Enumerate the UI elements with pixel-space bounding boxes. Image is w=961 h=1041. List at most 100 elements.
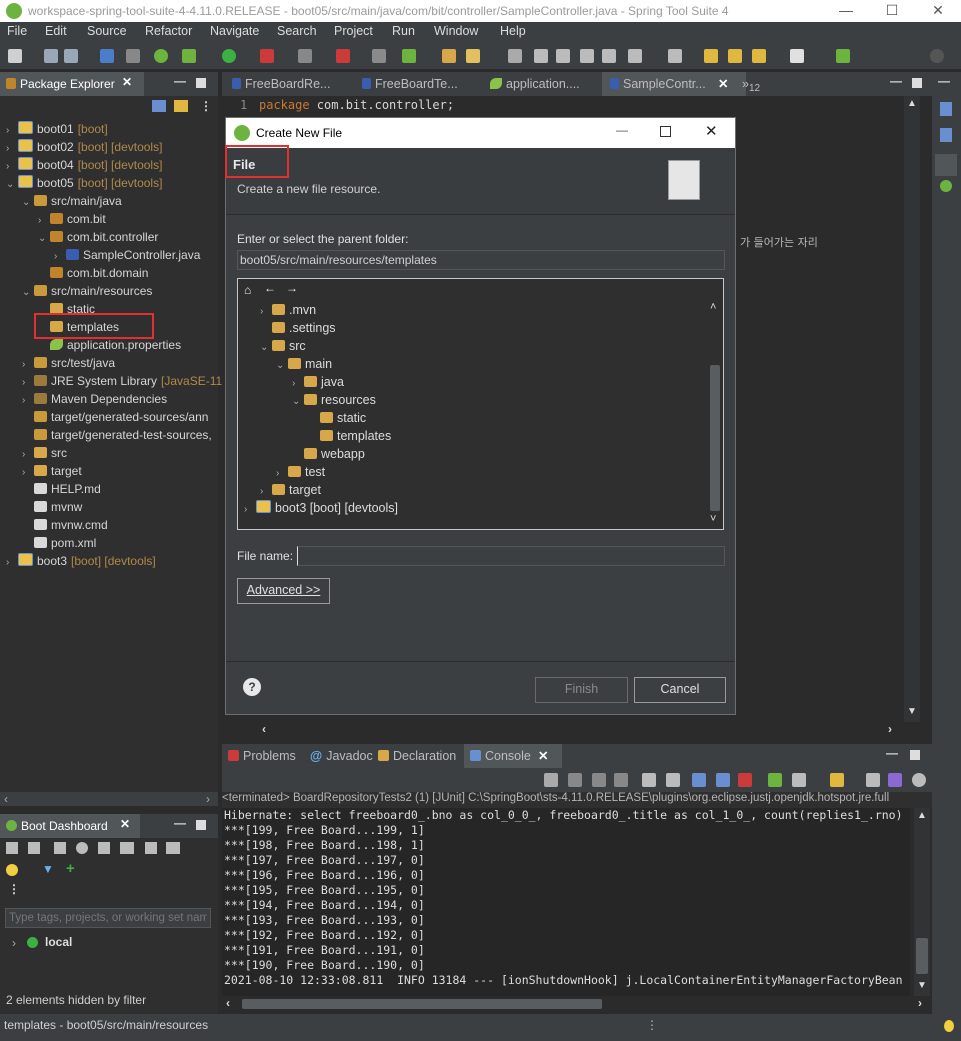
maximize-view-icon[interactable] (910, 750, 920, 760)
help-icon[interactable]: ? (243, 678, 261, 696)
lightbulb-icon[interactable] (944, 1020, 954, 1032)
open-task-icon[interactable] (466, 49, 480, 63)
show-on-output-icon[interactable] (716, 773, 730, 787)
scroll-up-icon[interactable]: ▲ (917, 810, 927, 821)
tree-item[interactable]: › src (22, 444, 71, 462)
console-output[interactable]: Hibernate: select freeboard0_.bno as col… (222, 808, 910, 996)
editor-vscrollbar[interactable]: ▲ ▼ (904, 96, 920, 722)
menu-project[interactable]: Project (334, 24, 373, 38)
parent-folder-input[interactable]: boot05/src/main/resources/templates (237, 250, 725, 270)
package-explorer-hscrollbar[interactable]: ‹ › (0, 792, 218, 806)
dialog-maximize-button[interactable] (660, 126, 671, 137)
view-menu-icon[interactable]: ⋮ (200, 99, 212, 113)
scroll-lock-icon[interactable] (544, 773, 558, 787)
add-icon[interactable]: + (66, 860, 75, 877)
tree-item[interactable]: › JRE System Library [JavaSE-11] (22, 372, 226, 390)
close-tab-icon[interactable]: ✕ (122, 75, 132, 89)
forward-arrow-icon[interactable]: → (286, 281, 298, 295)
tab-boot-dashboard[interactable]: Boot Dashboard ✕ (0, 814, 140, 838)
scroll-right-icon[interactable]: › (888, 722, 892, 736)
remove-launch-icon[interactable] (592, 773, 606, 787)
menu-file[interactable]: File (7, 24, 27, 38)
tree-item[interactable]: ⌄ src/main/java (22, 192, 126, 210)
pin-console-icon[interactable] (666, 773, 680, 787)
folder-tree-item[interactable]: › test (276, 463, 325, 481)
editor-tab-overflow[interactable]: »12 (742, 72, 772, 96)
debug-icon[interactable] (182, 49, 196, 63)
external-tools-icon[interactable] (336, 49, 350, 63)
folder-tree-item[interactable]: ⌄ main (276, 355, 332, 373)
chevron-right-icon[interactable]: › (6, 554, 18, 572)
debug-app-icon[interactable] (28, 842, 40, 854)
boot-dashboard-icon[interactable] (154, 49, 168, 63)
close-tab-icon[interactable]: ✕ (718, 72, 728, 96)
block-select-icon[interactable] (580, 49, 594, 63)
open-browser-icon[interactable] (76, 842, 88, 854)
tree-item[interactable]: target/generated-test-sources, (22, 426, 216, 444)
editor-tab-freeboardtest[interactable]: FreeBoardTe... (356, 72, 488, 96)
menu-edit[interactable]: Edit (45, 24, 67, 38)
console-hscrollbar[interactable]: ‹ › (222, 996, 932, 1012)
tree-item[interactable]: › boot04 [boot] [devtools] (6, 156, 162, 174)
tree-item[interactable]: mvnw (22, 498, 86, 516)
tree-item[interactable]: › SampleController.java (54, 246, 204, 264)
menu-source[interactable]: Source (87, 24, 127, 38)
tree-item[interactable]: ⌄ com.bit.controller (38, 228, 162, 246)
remove-all-launches-icon[interactable] (614, 773, 628, 787)
tree-item[interactable]: › src/test/java (22, 354, 119, 372)
scrollbar-thumb[interactable] (916, 938, 928, 974)
folder-tree-item[interactable]: › java (292, 373, 344, 391)
editor-tab-application-properties[interactable]: application.... (484, 72, 610, 96)
close-tab-icon[interactable]: ✕ (120, 817, 130, 831)
tree-item[interactable]: › boot3 [boot] [devtools] (6, 552, 156, 570)
chevron-down-icon[interactable]: ⌄ (276, 357, 288, 375)
next-edit-icon[interactable] (728, 49, 742, 63)
minimize-view-icon[interactable]: — (174, 74, 186, 88)
minimize-view-icon[interactable]: — (174, 816, 186, 830)
search-icon[interactable] (930, 49, 944, 63)
terminate-icon[interactable] (568, 773, 582, 787)
run-icon[interactable] (222, 49, 236, 63)
scrollbar-thumb[interactable] (242, 999, 602, 1009)
close-button[interactable]: ✕ (915, 0, 961, 22)
start-icon[interactable] (6, 842, 18, 854)
back-arrow-icon[interactable]: ← (264, 281, 276, 295)
chevron-down-icon[interactable]: ⌄ (260, 339, 272, 357)
terminal-icon[interactable] (100, 49, 114, 63)
scroll-right-icon[interactable]: › (206, 792, 210, 806)
scroll-left-icon[interactable]: ‹ (262, 722, 266, 736)
folder-tree-item[interactable]: ⌄ src (260, 337, 306, 355)
scroll-down-icon[interactable]: ˅ (710, 513, 716, 525)
close-tab-icon[interactable]: ✕ (538, 744, 548, 768)
home-icon[interactable]: ⌂ (244, 283, 251, 297)
minimize-view-icon[interactable]: — (938, 74, 950, 88)
ansi-console-icon[interactable] (888, 773, 902, 787)
folder-tree-item[interactable]: .settings (260, 319, 336, 337)
properties-icon[interactable] (166, 842, 180, 854)
annotation-prev-icon[interactable] (668, 49, 682, 63)
search-toolbar-icon[interactable] (508, 49, 522, 63)
outline-icon[interactable] (940, 102, 952, 116)
minimize-view-icon[interactable]: — (890, 74, 902, 88)
tree-item[interactable]: › boot01 [boot] (6, 120, 108, 138)
open-console-icon[interactable] (98, 842, 110, 854)
tab-javadoc[interactable]: @ Javadoc (308, 744, 376, 768)
clear-console-icon[interactable] (642, 773, 656, 787)
filename-input[interactable] (297, 546, 725, 566)
tree-item[interactable]: target/generated-sources/ann (22, 408, 212, 426)
finish-button[interactable]: Finish (535, 677, 628, 703)
view-menu-icon[interactable]: ⋮ (8, 882, 20, 896)
tree-item[interactable]: › Maven Dependencies (22, 390, 171, 408)
new-spring-starter-icon[interactable] (402, 49, 416, 63)
new-icon[interactable] (8, 49, 22, 63)
perspective-icon[interactable] (836, 49, 850, 63)
new-java-project-icon[interactable] (372, 49, 386, 63)
maximize-button[interactable]: ☐ (869, 0, 915, 22)
tab-package-explorer[interactable]: Package Explorer ✕ (0, 72, 144, 96)
scroll-left-icon[interactable]: ‹ (4, 792, 8, 806)
tree-item[interactable]: › boot02 [boot] [devtools] (6, 138, 162, 156)
word-wrap-icon[interactable] (692, 773, 706, 787)
maximize-view-icon[interactable] (912, 78, 922, 88)
chevron-down-icon[interactable]: ⌄ (6, 176, 18, 194)
editor-tab-samplecontroller[interactable]: SampleContr... ✕ (602, 72, 746, 96)
